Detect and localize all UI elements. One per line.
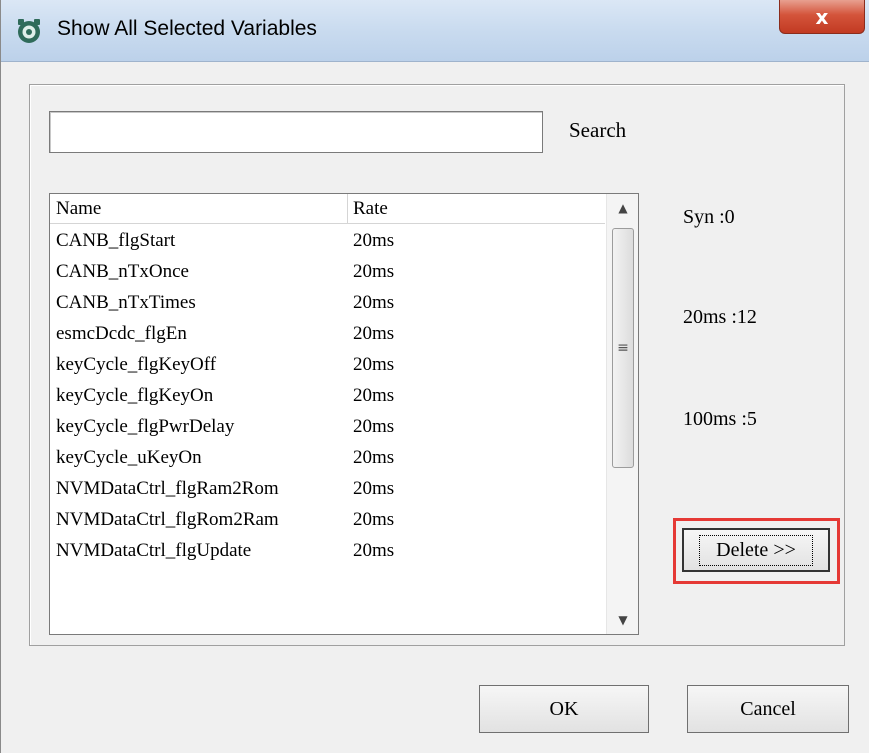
- rate-100ms-count: 100ms :5: [683, 408, 757, 430]
- row-rate: 20ms: [353, 416, 395, 437]
- row-name: keyCycle_flgKeyOn: [56, 385, 214, 406]
- row-rate: 20ms: [353, 385, 395, 406]
- row-name: keyCycle_flgPwrDelay: [56, 416, 235, 437]
- row-name: CANB_nTxTimes: [56, 292, 196, 313]
- row-rate: 20ms: [353, 323, 395, 344]
- ok-button-label: OK: [549, 697, 579, 720]
- list-row[interactable]: keyCycle_flgKeyOn 20ms: [50, 380, 605, 411]
- dialog-window: Show All Selected Variables x Search Nam…: [0, 0, 869, 753]
- list-row[interactable]: keyCycle_flgKeyOff 20ms: [50, 349, 605, 380]
- ok-button[interactable]: OK: [479, 685, 649, 733]
- row-name: NVMDataCtrl_flgRam2Rom: [56, 478, 279, 499]
- rate-20ms-count: 20ms :12: [683, 306, 757, 328]
- search-label: Search: [569, 118, 627, 142]
- syn-count: Syn :0: [683, 206, 735, 228]
- row-name: keyCycle_flgKeyOff: [56, 354, 217, 375]
- row-rate: 20ms: [353, 230, 395, 251]
- list-row[interactable]: keyCycle_flgPwrDelay 20ms: [50, 411, 605, 442]
- column-header-rate[interactable]: Rate: [348, 194, 605, 224]
- list-row[interactable]: esmcDcdc_flgEn 20ms: [50, 318, 605, 349]
- list-row[interactable]: keyCycle_uKeyOn 20ms: [50, 442, 605, 473]
- close-icon: x: [815, 4, 829, 29]
- list-row[interactable]: NVMDataCtrl_flgRam2Rom 20ms: [50, 473, 605, 504]
- list-row[interactable]: CANB_flgStart 20ms: [50, 225, 605, 256]
- row-rate: 20ms: [353, 540, 395, 561]
- cancel-button[interactable]: Cancel: [687, 685, 849, 733]
- row-name: CANB_flgStart: [56, 230, 176, 251]
- list-row[interactable]: CANB_nTxTimes 20ms: [50, 287, 605, 318]
- list-row[interactable]: NVMDataCtrl_flgRom2Ram 20ms: [50, 504, 605, 535]
- scroll-thumb[interactable]: ≡: [612, 228, 634, 468]
- window-title: Show All Selected Variables: [57, 17, 317, 40]
- scroll-up-icon[interactable]: ▲: [607, 194, 638, 222]
- row-name: keyCycle_uKeyOn: [56, 447, 202, 468]
- grip-icon: ≡: [617, 340, 629, 356]
- list-scrollbar[interactable]: ▲ ≡ ▼: [606, 194, 638, 634]
- row-rate: 20ms: [353, 447, 395, 468]
- search-input[interactable]: [49, 111, 543, 153]
- title-bar[interactable]: Show All Selected Variables x: [1, 0, 869, 62]
- app-icon: [18, 19, 40, 43]
- list-row[interactable]: NVMDataCtrl_flgUpdate 20ms: [50, 535, 605, 566]
- row-name: esmcDcdc_flgEn: [56, 323, 187, 344]
- row-rate: 20ms: [353, 509, 395, 530]
- row-name: CANB_nTxOnce: [56, 261, 189, 282]
- close-button[interactable]: x: [779, 0, 865, 34]
- list-row[interactable]: CANB_nTxOnce 20ms: [50, 256, 605, 287]
- scroll-down-icon[interactable]: ▼: [607, 606, 638, 634]
- delete-button-label: Delete >>: [699, 534, 813, 566]
- row-name: NVMDataCtrl_flgUpdate: [56, 540, 252, 561]
- list-header: Name Rate: [50, 194, 605, 224]
- row-rate: 20ms: [353, 261, 395, 282]
- cancel-button-label: Cancel: [740, 697, 796, 720]
- row-name: NVMDataCtrl_flgRom2Ram: [56, 509, 279, 530]
- row-rate: 20ms: [353, 478, 395, 499]
- row-rate: 20ms: [353, 354, 395, 375]
- variables-list[interactable]: Name Rate CANB_flgStart 20ms CANB_nTxOnc…: [49, 193, 639, 635]
- row-rate: 20ms: [353, 292, 395, 313]
- delete-button[interactable]: Delete >>: [682, 528, 830, 572]
- column-header-name[interactable]: Name: [50, 194, 348, 224]
